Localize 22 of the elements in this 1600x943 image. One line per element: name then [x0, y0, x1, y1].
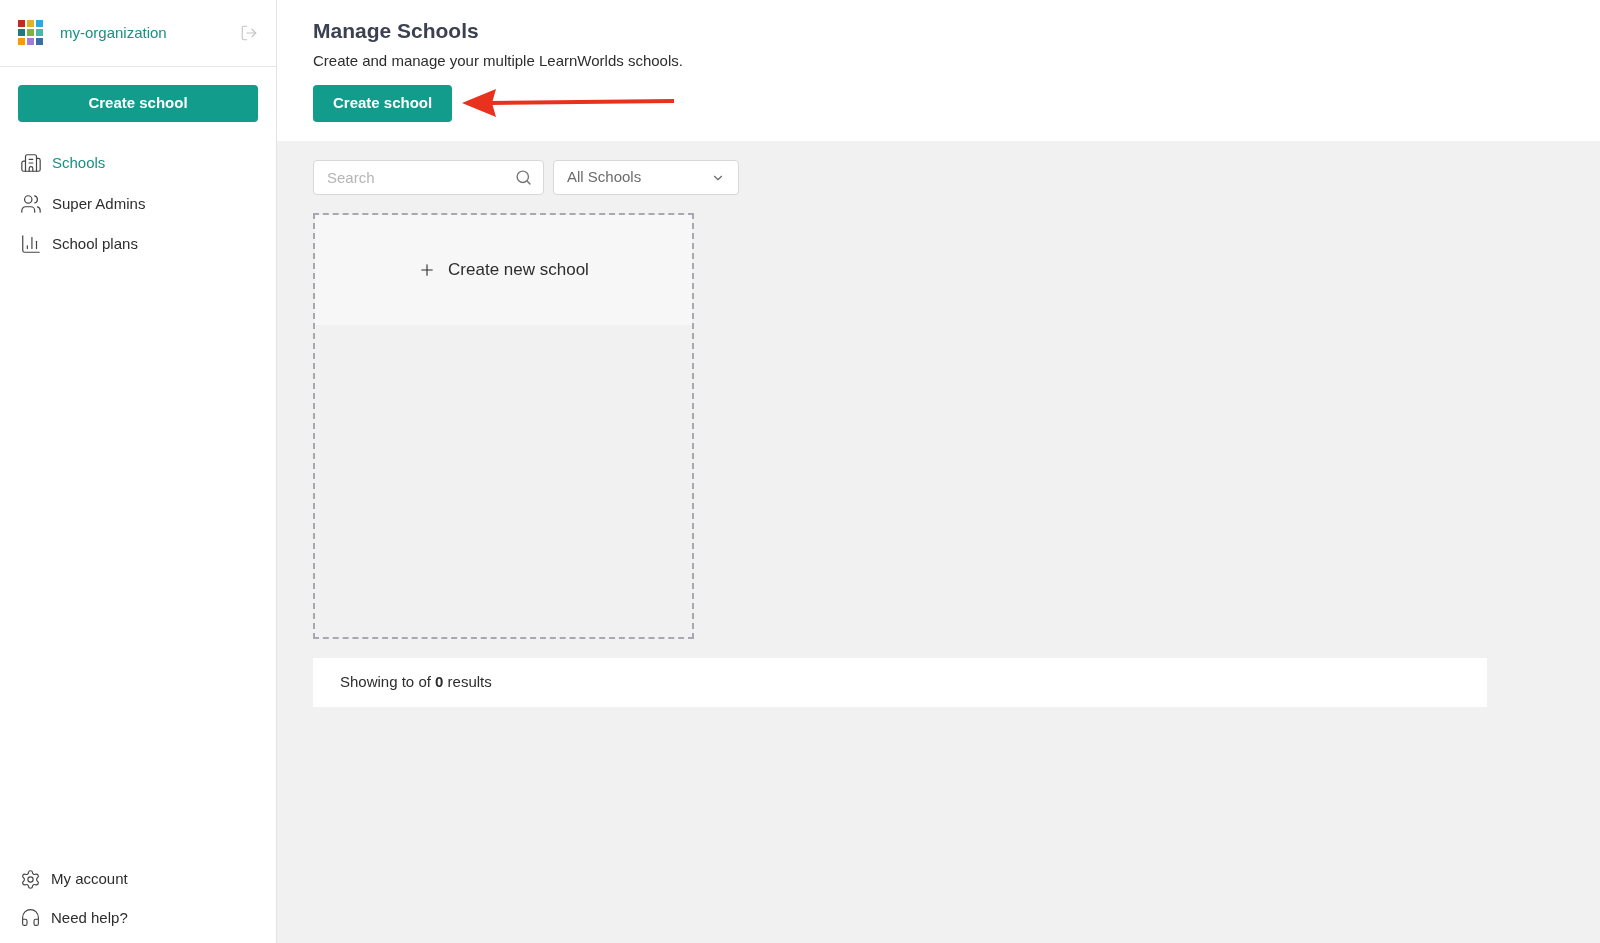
page-subtitle: Create and manage your multiple LearnWorlds schools. — [313, 51, 684, 71]
search-icon — [515, 169, 532, 186]
create-new-school-button[interactable]: Create new school — [418, 257, 589, 283]
nav-icon — [20, 192, 42, 215]
arrow-icon — [462, 87, 675, 119]
settings-icon — [20, 868, 41, 890]
nav-icon — [20, 152, 42, 175]
footer-link[interactable]: Need help? — [20, 906, 256, 929]
organization-name: my-organization — [60, 22, 167, 43]
nav-item[interactable]: Super Admins — [20, 192, 256, 215]
logout-icon[interactable] — [240, 24, 258, 42]
new-school-card[interactable]: Create new school — [313, 213, 694, 639]
schools-dropdown[interactable]: All Schools — [553, 160, 739, 195]
logo-icon — [18, 20, 44, 46]
nav-icon — [20, 233, 42, 256]
nav-item[interactable]: Schools — [20, 152, 256, 175]
results-text: Showing to of 0 results — [340, 672, 492, 693]
nav-item[interactable]: School plans — [20, 233, 256, 256]
footer-link[interactable]: My account — [20, 868, 256, 891]
page-title: Manage Schools — [313, 18, 480, 44]
search-field[interactable]: Search — [313, 160, 544, 195]
headphones-icon — [20, 907, 41, 929]
